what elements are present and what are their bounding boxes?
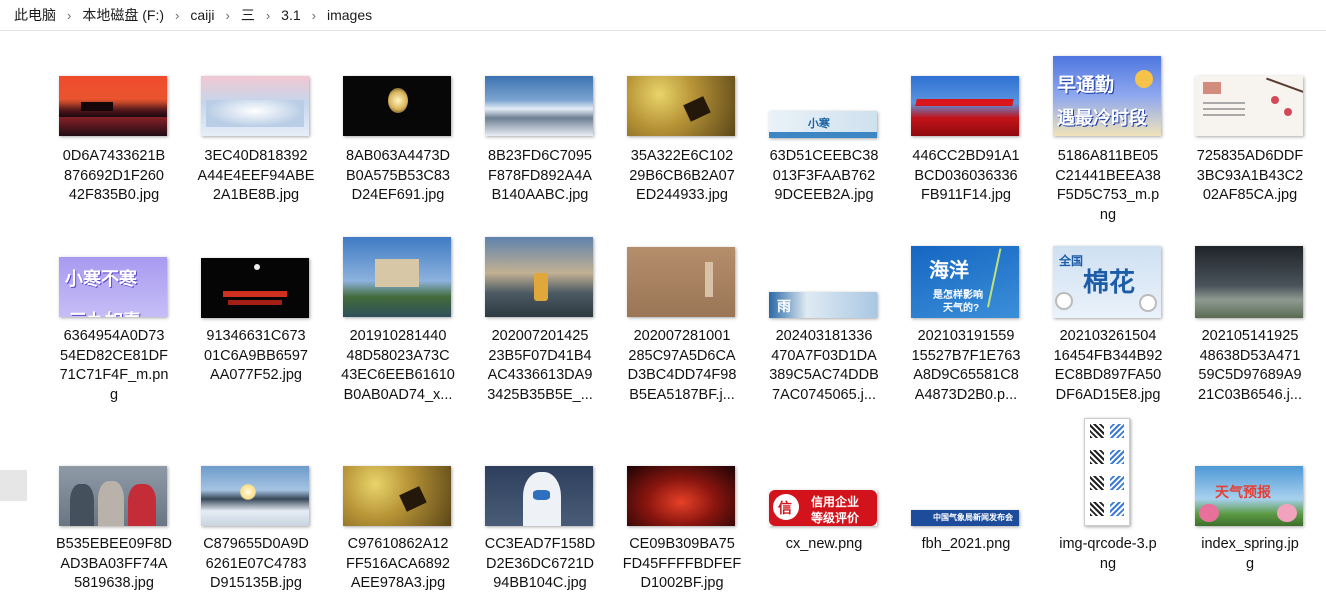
thumbnail-art [1199,504,1219,522]
file-name-label[interactable]: img-qrcode-3.p ng [1044,535,1172,574]
file-thumbnail[interactable] [1084,418,1130,526]
file-item[interactable]: C97610862A12 FF516ACA6892 AEE978A3.jpg [334,0,462,591]
thumbnail-art [1110,476,1124,490]
file-item[interactable]: CE09B309BA75 FD45FFFFBDFEF D1002BF.jpg [618,0,746,591]
thumbnail-art [239,484,256,500]
file-item[interactable]: 中国气象局新闻发布会 fbh_2021.png [902,0,1030,590]
thumbnail-art [128,484,157,526]
thumbnail-art: 等级评价 [811,511,860,525]
thumbnail-art [1110,424,1124,438]
file-item[interactable]: C879655D0A9D 6261E07C4783 D915135B.jpg [192,0,320,591]
file-name-label[interactable]: C97610862A12 FF516ACA6892 AEE978A3.jpg [334,535,462,594]
thumbnail-art [627,466,735,526]
file-thumbnail[interactable] [627,466,735,526]
file-item[interactable]: 天气预报 index_spring.jp g [1186,0,1314,590]
file-name-label[interactable]: C879655D0A9D 6261E07C4783 D915135B.jpg [192,535,320,594]
file-item[interactable]: CC3EAD7F158D D2E36DC6721D 94BB104C.jpg [476,0,604,591]
file-item[interactable]: img-qrcode-3.p ng [1044,0,1172,590]
file-name-label[interactable]: cx_new.png [760,535,888,555]
thumbnail-art [1090,476,1104,490]
file-name-label[interactable]: fbh_2021.png [902,535,1030,555]
file-thumbnail[interactable]: 中国气象局新闻发布会 [911,510,1019,526]
thumbnail-art [1090,424,1104,438]
file-thumbnail[interactable] [201,466,309,526]
file-name-label[interactable]: CE09B309BA75 FD45FFFFBDFEF D1002BF.jpg [618,535,746,594]
thumbnail-art [532,490,550,500]
file-thumbnail[interactable] [59,466,167,526]
thumbnail-art [1090,502,1104,516]
file-thumbnail[interactable]: 天气预报 [1195,466,1303,526]
file-name-label[interactable]: index_spring.jp g [1186,535,1314,574]
thumbnail-art [97,481,124,526]
thumbnail-art [1277,504,1297,522]
thumbnail-art: 信 [778,500,792,516]
file-item[interactable]: 信 信用企业 等级评价 cx_new.png [760,0,888,590]
file-thumbnail[interactable] [485,466,593,526]
thumbnail-art [1110,502,1124,516]
file-name-label[interactable]: B535EBEE09F8D AD3BA03FF74A 5819638.jpg [50,535,178,594]
thumbnail-art [69,484,94,526]
thumbnail-art: 天气预报 [1215,484,1271,500]
thumbnail-art [343,466,451,526]
thumbnail-art: 信用企业 [811,495,860,509]
thumbnail-art [1090,450,1104,464]
thumbnail-art [201,466,309,526]
thumbnail-art: 中国气象局新闻发布会 [933,513,1013,522]
file-grid: 0D6A7433621B 876692D1F260 42F835B0.jpg 3… [0,0,1326,591]
file-item[interactable]: B535EBEE09F8D AD3BA03FF74A 5819638.jpg [50,0,178,591]
thumbnail-art [1110,450,1124,464]
file-thumbnail[interactable]: 信 信用企业 等级评价 [769,490,877,526]
file-name-label[interactable]: CC3EAD7F158D D2E36DC6721D 94BB104C.jpg [476,535,604,594]
file-thumbnail[interactable] [343,466,451,526]
